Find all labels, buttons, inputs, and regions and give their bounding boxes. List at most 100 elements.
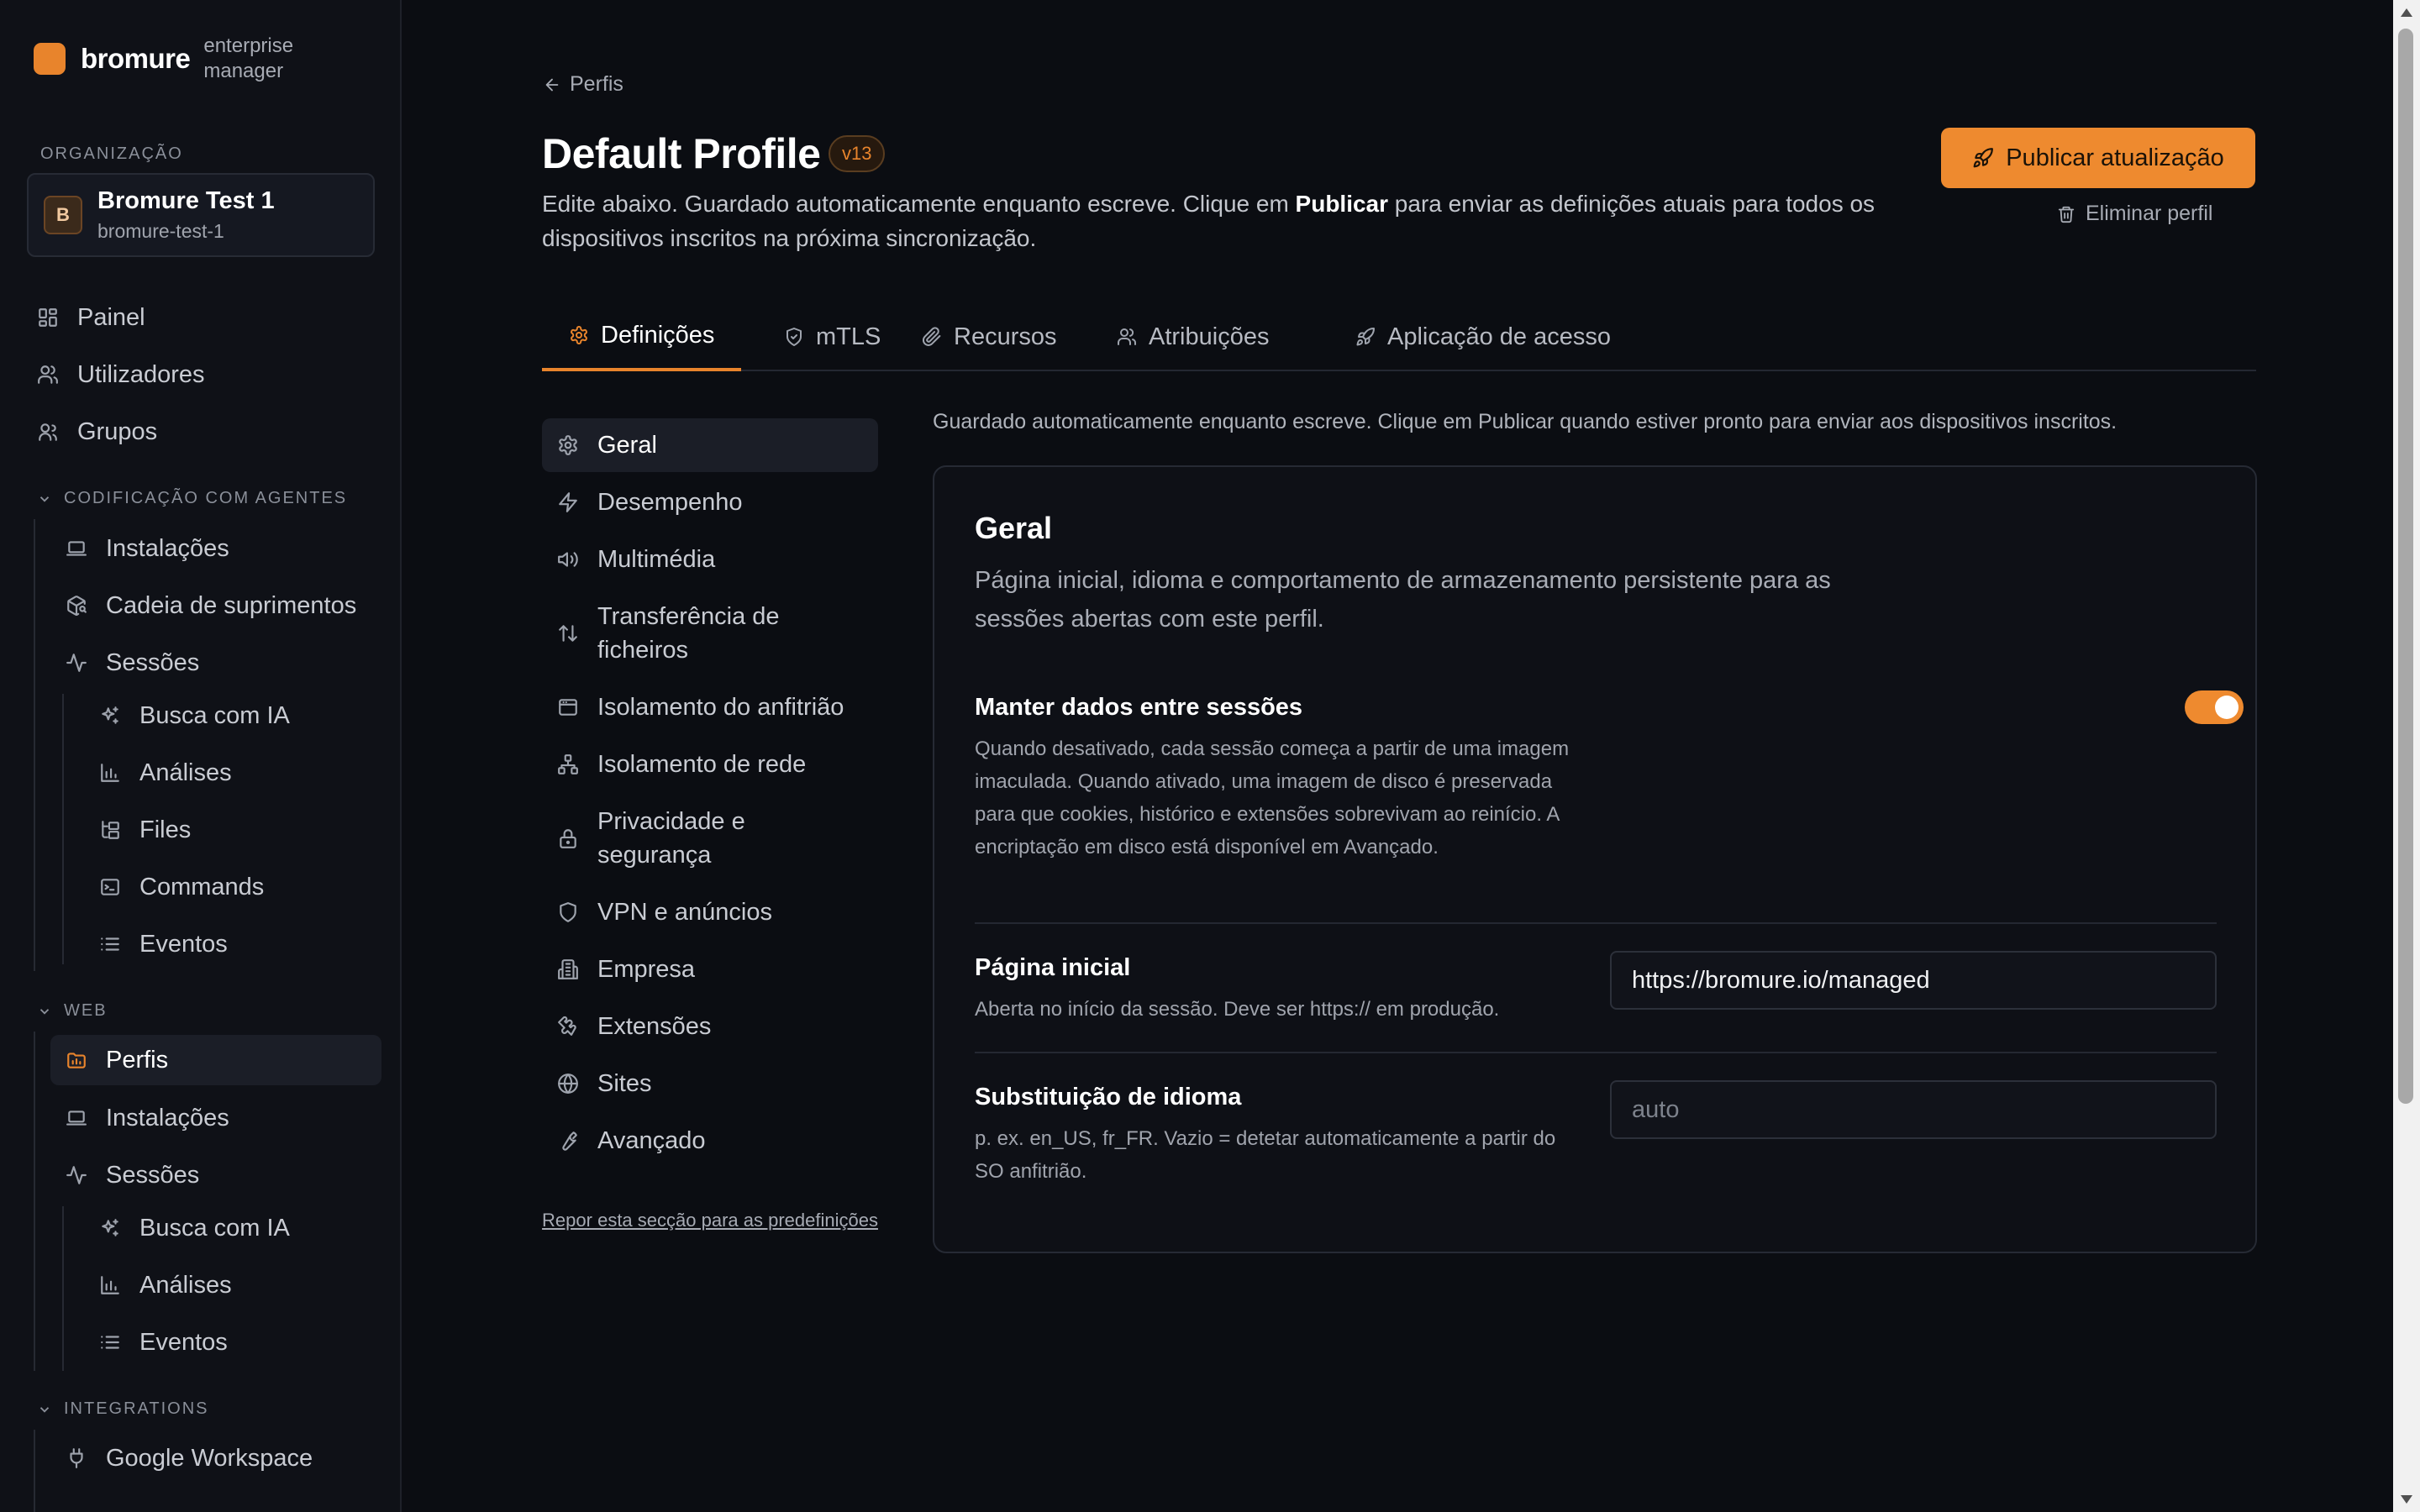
nav-item-files[interactable]: Files [99,805,191,855]
rocket-icon [1972,147,1994,169]
subnav-geral[interactable]: Geral [542,418,878,472]
reset-section-link[interactable]: Repor esta secção para as predefinições [542,1206,878,1234]
nav-item-analises-coding[interactable]: Análises [99,748,232,798]
main-content: Perfis Default Profile v13 Edite abaixo.… [402,0,2393,1512]
subnav-vpn-anuncios[interactable]: VPN e anúncios [542,887,878,937]
nav-item-busca-ia-coding[interactable]: Busca com IA [99,690,290,741]
nav-item-instalacoes-web[interactable]: Instalações [66,1093,229,1143]
group-label: INTEGRATIONS [64,1399,209,1418]
nav-item-commands[interactable]: Commands [99,862,264,912]
subnav-empresa[interactable]: Empresa [542,944,878,995]
subnav-sites[interactable]: Sites [542,1058,878,1109]
tab-aplicacao-acesso[interactable]: Aplicação de acesso [1355,302,1611,371]
tab-definicoes[interactable]: Definições [542,302,742,371]
tab-recursos[interactable]: Recursos [922,302,1057,371]
locale-setting-description: p. ex. en_US, fr_FR. Vazio = detetar aut… [975,1127,1556,1183]
nav-item-label: Instalações [106,1104,229,1131]
dashboard-icon [37,307,59,328]
nav-item-analises-web[interactable]: Análises [99,1260,232,1310]
nav-item-busca-ia-web[interactable]: Busca com IA [99,1203,290,1253]
subnav-label: Geral [597,432,657,459]
tab-atribuicoes[interactable]: Atribuições [1117,302,1269,371]
subnav-label: Privacidade e segurança [597,808,745,869]
back-link-label: Perfis [570,72,623,96]
brand[interactable]: bromure enterprise manager [34,34,321,84]
nav-item-label: Sessões [106,1161,200,1189]
subnav-desempenho[interactable]: Desempenho [542,477,878,528]
nav-item-label: Eventos [139,1328,228,1356]
list-icon [99,933,121,955]
subnav-multimedia[interactable]: Multimédia [542,534,878,585]
brand-name: bromure [81,43,191,74]
back-to-profiles-link[interactable]: Perfis [543,72,623,97]
nav-item-label: Google Workspace [106,1444,313,1472]
scrollbar-thumb[interactable] [2398,29,2413,1104]
group-toggle-coding[interactable]: CODIFICAÇÃO COM AGENTES [37,489,347,508]
globe-icon [557,1073,579,1095]
delete-profile-button[interactable]: Eliminar perfil [2057,202,2212,226]
trash-icon [2057,205,2075,223]
nav-item-perfis[interactable]: Perfis [50,1035,381,1085]
nav-item-sessoes-coding[interactable]: Sessões [66,638,199,688]
puzzle-icon [557,1016,579,1037]
subnav-label: Avançado [597,1127,706,1154]
nav-item-eventos-web[interactable]: Eventos [99,1317,228,1368]
scroll-up-arrow-icon[interactable] [2401,8,2412,17]
tab-label: Aplicação de acesso [1387,323,1611,350]
homepage-setting-description: Aberta no início da sessão. Deve ser htt… [975,998,1500,1021]
group-toggle-integrations[interactable]: INTEGRATIONS [37,1399,209,1419]
gear-icon [557,434,579,456]
group-toggle-web[interactable]: WEB [37,1001,108,1021]
org-avatar: B [44,196,82,234]
shield-check-icon [784,327,804,347]
scroll-down-arrow-icon[interactable] [2401,1495,2412,1504]
lock-icon [557,827,579,849]
subnav-avancado[interactable]: Avançado [542,1116,878,1166]
group-label: WEB [64,1001,108,1020]
volume-icon [557,549,579,570]
persist-data-toggle[interactable] [2185,690,2244,724]
chevron-down-icon [37,491,52,507]
delete-label: Eliminar perfil [2086,202,2213,225]
nav-item-grupos[interactable]: Grupos [37,407,157,457]
page-scrollbar[interactable] [2393,0,2420,1512]
homepage-input[interactable] [1610,951,2217,1010]
activity-icon [66,1164,87,1186]
arrow-left-icon [543,76,561,94]
nav-item-google-workspace[interactable]: Google Workspace [66,1433,313,1483]
locale-override-input[interactable] [1610,1080,2217,1139]
subnav-isolamento-anfitriao[interactable]: Isolamento do anfitrião [542,682,878,732]
chevron-down-icon [37,1004,52,1019]
nav-item-painel[interactable]: Painel [37,292,145,343]
laptop-icon [66,538,87,559]
nav-item-eventos-coding[interactable]: Eventos [99,919,228,969]
package-search-icon [66,595,87,617]
org-slug: bromure-test-1 [97,220,224,242]
nav-item-label: Utilizadores [77,360,205,388]
subnav-isolamento-rede[interactable]: Isolamento de rede [542,739,878,790]
activity-icon [66,652,87,674]
nav-item-utilizadores[interactable]: Utilizadores [37,349,205,400]
nav-rail [62,1206,64,1371]
org-section-label: ORGANIZAÇÃO [40,144,183,163]
desc-text: Edite abaixo. Guardado automaticamente e… [542,191,1296,217]
subnav-extensoes[interactable]: Extensões [542,1001,878,1052]
subnav-privacidade-seguranca[interactable]: Privacidade e segurança [542,803,878,874]
nav-item-sessoes-web[interactable]: Sessões [66,1150,199,1200]
profile-tabs: Definições mTLS Recursos Atribuições Apl… [542,302,2256,371]
nav-item-instalacoes-coding[interactable]: Instalações [66,523,229,574]
version-badge: v13 [829,135,886,172]
subnav-label: Multimédia [597,546,716,573]
persist-setting-title: Manter dados entre sessões [975,694,1303,721]
nav-item-label: Files [139,816,192,843]
subnav-transferencia-ficheiros[interactable]: Transferência de ficheiros [542,598,878,669]
publish-update-button[interactable]: Publicar atualização [1941,128,2255,188]
org-name: Bromure Test 1 [97,187,275,214]
org-switcher[interactable]: B Bromure Test 1 bromure-test-1 [27,173,375,257]
tab-mtls[interactable]: mTLS [784,302,881,371]
nav-item-cadeia-suprimentos[interactable]: Cadeia de suprimentos [66,580,356,631]
users-icon [1117,327,1137,347]
nav-item-label: Análises [139,759,232,786]
nav-item-label: Grupos [77,417,158,445]
folder-tree-icon [99,819,121,841]
